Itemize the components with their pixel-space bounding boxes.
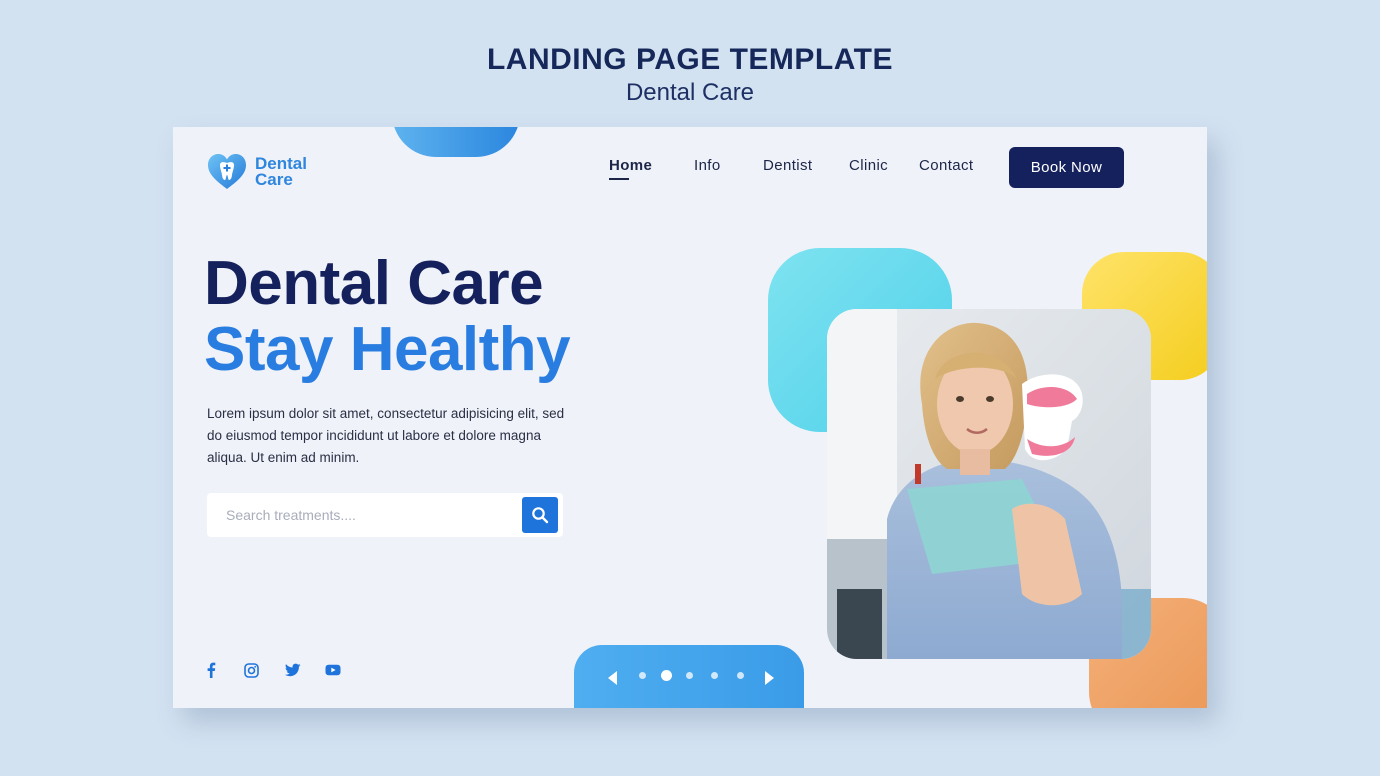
- template-heading: LANDING PAGE TEMPLATE Dental Care: [0, 42, 1380, 108]
- twitter-icon: [285, 663, 301, 677]
- prev-arrow-icon[interactable]: [605, 669, 619, 687]
- brand-name: Dental Care: [255, 155, 307, 189]
- brand-logo[interactable]: Dental Care: [206, 153, 307, 191]
- slider-dot[interactable]: [711, 672, 718, 679]
- nav-item-info[interactable]: Info: [694, 157, 721, 174]
- instagram-link[interactable]: [241, 660, 261, 680]
- decor-blob-blue: [392, 127, 520, 157]
- nav-item-dentist[interactable]: Dentist: [763, 157, 813, 174]
- template-subtitle: Dental Care: [625, 79, 755, 106]
- slider-dot-active[interactable]: [661, 670, 672, 681]
- youtube-icon: [325, 664, 341, 676]
- nav-item-clinic[interactable]: Clinic: [849, 157, 888, 174]
- slider-dot[interactable]: [686, 672, 693, 679]
- next-arrow-icon[interactable]: [763, 669, 777, 687]
- slider-controls: [574, 645, 804, 708]
- template-title: LANDING PAGE TEMPLATE: [486, 43, 894, 76]
- landing-page-card: Dental Care Home Info Dentist Clinic Con…: [173, 127, 1207, 708]
- hero-title: Dental Care: [204, 249, 544, 318]
- youtube-link[interactable]: [323, 660, 343, 680]
- hero-photo-dentist: [827, 309, 1151, 659]
- slider-dot[interactable]: [737, 672, 744, 679]
- book-now-button[interactable]: Book Now: [1009, 147, 1124, 188]
- search-bar: [207, 493, 563, 537]
- dentist-photo-illustration: [827, 309, 1151, 659]
- facebook-link[interactable]: [201, 660, 221, 680]
- nav-item-contact[interactable]: Contact: [919, 157, 974, 174]
- slider-dot[interactable]: [639, 672, 646, 679]
- facebook-icon: [207, 662, 216, 678]
- nav-item-home[interactable]: Home: [609, 157, 652, 180]
- search-button[interactable]: [522, 497, 558, 533]
- heart-tooth-icon: [208, 154, 246, 189]
- search-input[interactable]: [207, 493, 517, 537]
- hero-description: Lorem ipsum dolor sit amet, consectetur …: [207, 406, 565, 465]
- hero-subtitle: Stay Healthy: [204, 315, 571, 384]
- twitter-link[interactable]: [283, 660, 303, 680]
- brand-line2: Care: [255, 170, 293, 189]
- search-icon: [532, 507, 549, 524]
- instagram-icon: [243, 662, 259, 678]
